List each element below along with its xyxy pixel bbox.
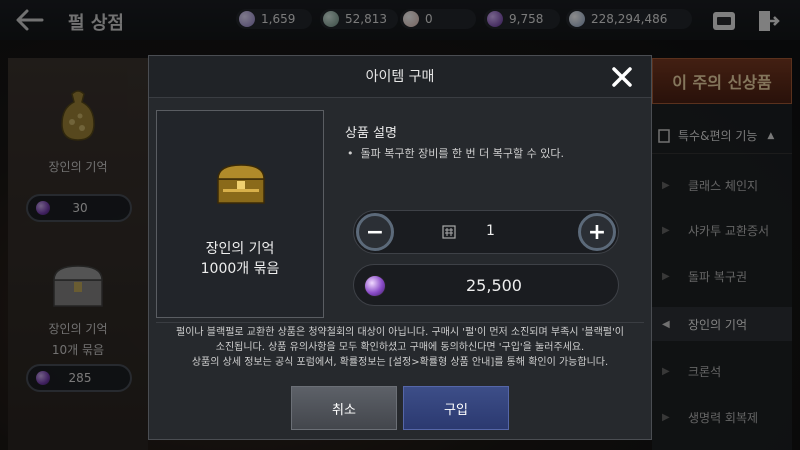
description-heading: 상품 설명 xyxy=(345,126,397,141)
item-title: 장인의 기억 1000개 묶음 xyxy=(200,241,280,277)
total-price-value: 25,500 xyxy=(466,276,522,295)
gold-chest-icon xyxy=(217,164,265,204)
quantity-stepper: − 1 + xyxy=(353,210,619,254)
cancel-button[interactable]: 취소 xyxy=(291,386,397,430)
purchase-notice: 펄이나 블랙펄로 교환한 상품은 청약철회의 대상이 아닙니다. 구매시 '펄'… xyxy=(156,322,644,368)
dialog-title: 아이템 구매 xyxy=(149,56,651,98)
total-price: 25,500 xyxy=(353,264,619,306)
calculator-icon[interactable] xyxy=(442,225,456,239)
description-text: • 돌파 복구한 장비를 한 번 더 복구할 수 있다. xyxy=(347,147,564,160)
buy-button[interactable]: 구입 xyxy=(403,386,509,430)
item-preview: 장인의 기억 1000개 묶음 xyxy=(156,110,324,318)
bullet-icon: • xyxy=(347,147,361,160)
purple-gem-icon xyxy=(364,275,386,297)
decrease-button[interactable]: − xyxy=(356,213,394,251)
quantity-value[interactable]: 1 xyxy=(486,223,495,239)
increase-button[interactable]: + xyxy=(578,213,616,251)
close-icon[interactable] xyxy=(611,66,633,88)
purchase-dialog: 아이템 구매 장인의 기억 1000개 묶음 상품 설명 • 돌파 복구한 장비… xyxy=(148,55,652,440)
